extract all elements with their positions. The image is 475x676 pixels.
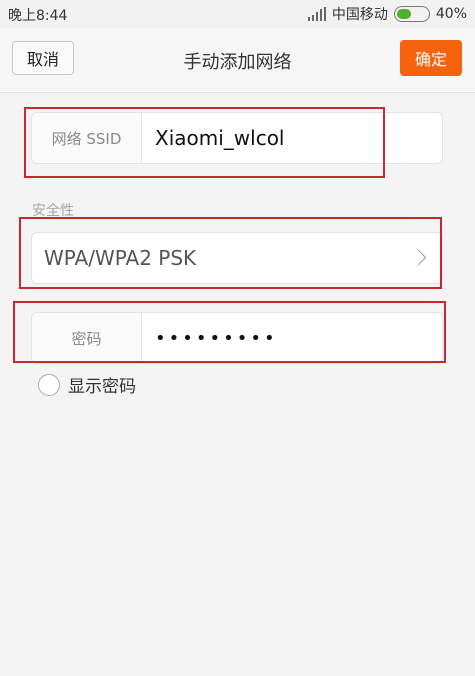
show-password-toggle[interactable]: 显示密码 <box>38 372 136 397</box>
title-bar: 取消 手动添加网络 确定 <box>0 28 475 93</box>
screen: 晚上8:44 中国移动 40% 取消 手动添加网络 确定 网络 SSID Xia… <box>0 0 475 676</box>
carrier-name: 中国移动 <box>331 7 388 23</box>
show-password-label: 显示密码 <box>68 377 136 397</box>
confirm-button[interactable]: 确定 <box>400 40 462 76</box>
status-right: 中国移动 40% <box>307 3 467 25</box>
battery-icon <box>393 6 430 22</box>
status-bar: 晚上8:44 中国移动 40% <box>0 0 475 28</box>
annotation-box-password <box>13 301 446 363</box>
annotation-box-ssid <box>24 107 385 178</box>
annotation-box-security <box>19 217 442 289</box>
battery-percent: 40% <box>435 6 467 22</box>
radio-icon[interactable] <box>38 373 60 396</box>
signal-icon <box>307 7 326 21</box>
status-time: 晚上8:44 <box>8 8 68 24</box>
